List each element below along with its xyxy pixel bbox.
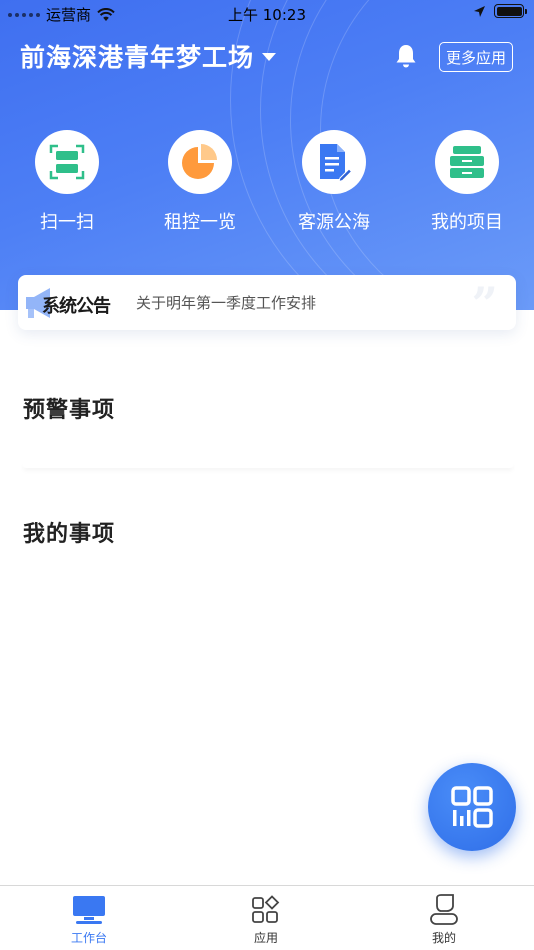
status-time: 上午 10:23 — [228, 6, 306, 24]
header-banner: 运营商 上午 10:23 前海深港青年梦工场 更多应用 扫一扫 租控一览 客源公… — [0, 0, 534, 310]
notice-brand-label: 系统公告 — [42, 296, 111, 317]
section-divider — [23, 462, 513, 468]
quote-mark-icon: ” — [471, 277, 498, 331]
notice-brand: 系统公告 — [18, 275, 128, 330]
bell-icon[interactable] — [394, 43, 418, 69]
qr-code-button[interactable] — [428, 763, 516, 851]
monitor-icon — [73, 896, 105, 924]
section-title-warnings: 预警事项 — [23, 398, 116, 423]
tab-label: 工作台 — [70, 931, 107, 945]
notice-text: 关于明年第一季度工作安排 — [136, 294, 317, 312]
cabinet-icon — [450, 146, 484, 178]
tab-label: 我的 — [431, 931, 456, 945]
quick-action-label: 扫一扫 — [40, 212, 94, 233]
pie-chart-icon — [182, 144, 217, 179]
quick-action-icon-circle — [302, 130, 366, 194]
tab-workbench[interactable]: 工作台 — [29, 894, 149, 946]
bottom-tab-bar: 工作台 应用 我的 — [0, 885, 534, 950]
quick-action-label: 租控一览 — [164, 212, 236, 233]
chevron-down-icon — [262, 53, 277, 61]
location-arrow-icon — [474, 5, 485, 17]
page-title: 前海深港青年梦工场 — [20, 43, 255, 72]
quick-action-scan[interactable]: 扫一扫 — [17, 130, 117, 234]
status-bar: 运营商 上午 10:23 — [0, 0, 534, 26]
tab-apps[interactable]: 应用 — [206, 894, 326, 946]
quick-action-label: 客源公海 — [298, 212, 370, 233]
apps-grid-icon — [252, 895, 280, 923]
quick-action-customer-pool[interactable]: 客源公海 — [284, 130, 384, 234]
section-title-my-items: 我的事项 — [23, 522, 116, 547]
scan-icon — [49, 144, 85, 180]
more-apps-button[interactable]: 更多应用 — [439, 42, 513, 72]
quick-action-icon-circle — [35, 130, 99, 194]
battery-icon — [494, 4, 527, 18]
quick-action-icon-circle — [168, 130, 232, 194]
quick-action-icon-circle — [435, 130, 499, 194]
tab-mine[interactable]: 我的 — [384, 894, 504, 946]
quick-action-rent-overview[interactable]: 租控一览 — [150, 130, 250, 234]
quick-action-my-projects[interactable]: 我的项目 — [417, 130, 517, 234]
project-selector[interactable]: 前海深港青年梦工场 — [20, 38, 277, 74]
quick-action-label: 我的项目 — [431, 212, 503, 233]
system-notice-card[interactable]: 系统公告 关于明年第一季度工作安排 ” — [18, 275, 516, 331]
document-edit-icon — [320, 144, 352, 182]
qr-code-icon — [451, 786, 493, 828]
tab-label: 应用 — [253, 931, 278, 945]
profile-icon — [430, 894, 458, 925]
